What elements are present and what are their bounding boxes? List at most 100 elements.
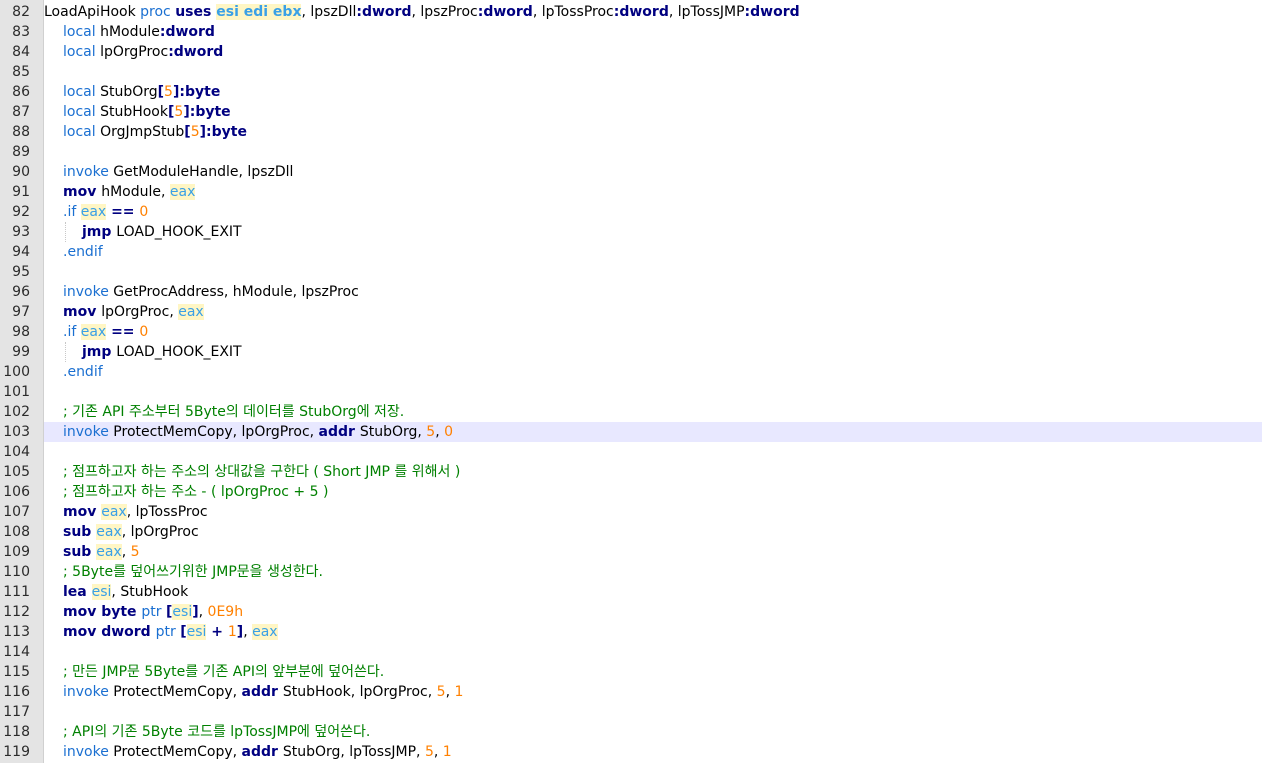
code-line[interactable]: 92 .if eax == 0 [0,202,1262,222]
token-regnb: eax [169,184,196,200]
code-text: ; 점프하고자 하는 주소의 상대값을 구한다 ( Short JMP 를 위해… [44,462,1262,482]
token-regnb: eax [178,304,204,320]
code-line[interactable]: 118 ; API의 기존 5Byte 코드를 lpTossJMP에 덮어쓴다. [0,722,1262,742]
code-line[interactable]: 107 mov eax, lpTossProc [0,502,1262,522]
line-number: 110 [3,564,30,580]
code-line[interactable]: 113 mov dword ptr [esi + 1], eax [0,622,1262,642]
code-line[interactable]: 88 local OrgJmpStub[5]:byte [0,122,1262,142]
code-line[interactable]: 84 local lpOrgProc:dword [0,42,1262,62]
token-regnb: esi [91,584,112,600]
code-line[interactable]: 115 ; 만든 JMP문 5Byte를 기존 API의 앞부분에 덮어쓴다. [0,662,1262,682]
token-plain: , [198,604,208,620]
code-line[interactable]: 90 invoke GetModuleHandle, lpszDll [0,162,1262,182]
code-text: local OrgJmpStub[5]:byte [44,122,1262,142]
code-line[interactable]: 86 local StubOrg[5]:byte [0,82,1262,102]
token-dir: .if [63,324,81,340]
token-num: 0E9h [207,604,244,620]
code-text: LoadApiHook proc uses esi edi ebx, lpszD… [44,2,1262,22]
code-line[interactable]: 89 [0,142,1262,162]
code-line[interactable]: 112 mov byte ptr [esi], 0E9h [0,602,1262,622]
token-kw: ptr [141,604,167,620]
token-kw: ptr [155,624,181,640]
line-number: 94 [12,244,30,260]
token-plain: LOAD_HOOK_EXIT [116,224,242,240]
token-dir: .if [63,204,81,220]
token-plain: , StubHook [111,584,189,600]
token-kw: proc [140,4,176,20]
token-comment: ; 점프하고자 하는 주소 - ( lpOrgProc + 5 ) [63,484,329,500]
code-line[interactable]: 91 mov hModule, eax [0,182,1262,202]
token-instr: addr [318,424,360,440]
code-line[interactable]: 94 .endif [0,242,1262,262]
token-kw: invoke [63,424,114,440]
code-line[interactable]: 114 [0,642,1262,662]
code-line[interactable]: 99 jmp LOAD_HOOK_EXIT [0,342,1262,362]
code-line[interactable]: 93 jmp LOAD_HOOK_EXIT [0,222,1262,242]
code-line[interactable]: 102 ; 기존 API 주소부터 5Byte의 데이터를 StubOrg에 저장… [0,402,1262,422]
line-number: 90 [12,164,30,180]
code-line[interactable]: 98 .if eax == 0 [0,322,1262,342]
code-line[interactable]: 96 invoke GetProcAddress, hModule, lpszPr… [0,282,1262,302]
token-num: 5 [174,104,184,120]
line-number: 84 [12,44,30,60]
code-text: sub eax, 5 [44,542,1262,562]
token-kw: invoke [63,284,114,300]
token-regnb: eax [252,624,278,640]
token-instr: jmp [82,344,117,360]
token-num: 0 [139,204,149,220]
code-line[interactable]: 101 [0,382,1262,402]
code-line[interactable]: 106 ; 점프하고자 하는 주소 - ( lpOrgProc + 5 ) [0,482,1262,502]
token-type: :byte [206,124,247,140]
code-text: mov lpOrgProc, eax [44,302,1262,322]
code-line[interactable]: 97 mov lpOrgProc, eax [0,302,1262,322]
code-line[interactable]: 108 sub eax, lpOrgProc [0,522,1262,542]
code-line[interactable]: 109 sub eax, 5 [0,542,1262,562]
token-instr: mov [63,304,102,320]
line-number: 100 [3,364,30,380]
code-line[interactable]: 103 invoke ProtectMemCopy, lpOrgProc, add… [0,422,1262,442]
token-plain: hModule [100,24,160,40]
code-text: invoke GetModuleHandle, lpszDll [44,162,1262,182]
code-line[interactable]: 87 local StubHook[5]:byte [0,102,1262,122]
token-instr: addr [241,744,283,760]
code-line[interactable]: 110 ; 5Byte를 덮어쓰기위한 JMP문을 생성한다. [0,562,1262,582]
code-line[interactable]: 85 [0,62,1262,82]
code-line[interactable]: 82 LoadApiHook proc uses esi edi ebx, lps… [0,2,1262,22]
code-line[interactable]: 83 local hModule:dword [0,22,1262,42]
line-number: 119 [3,744,30,760]
code-text: .endif [44,242,1262,262]
line-number: 102 [3,404,30,420]
token-regnb: eax [96,524,122,540]
code-text: jmp LOAD_HOOK_EXIT [44,222,1262,242]
code-line[interactable]: 119 invoke ProtectMemCopy, addr StubOrg, … [0,742,1262,762]
token-kw: local [63,24,101,40]
code-line[interactable]: 105 ; 점프하고자 하는 주소의 상대값을 구한다 ( Short JMP 를… [0,462,1262,482]
code-text: invoke ProtectMemCopy, addr StubHook, lp… [44,682,1262,702]
code-editor[interactable]: 82 LoadApiHook proc uses esi edi ebx, lps… [0,0,1262,763]
code-line[interactable]: 95 [0,262,1262,282]
token-instr: mov [63,504,102,520]
line-number: 82 [12,4,30,20]
code-line[interactable]: 100 .endif [0,362,1262,382]
code-line[interactable]: 104 [0,442,1262,462]
token-kw: local [63,104,101,120]
code-text: lea esi, StubHook [44,582,1262,602]
code-line[interactable]: 117 [0,702,1262,722]
line-number: 89 [12,144,30,160]
code-line[interactable]: 116 invoke ProtectMemCopy, addr StubHook,… [0,682,1262,702]
token-instr: mov dword [63,624,156,640]
line-number: 109 [3,544,30,560]
token-op: == [106,324,140,340]
line-number: 113 [3,624,30,640]
token-plain: LOAD_HOOK_EXIT [116,344,242,360]
code-text: mov eax, lpTossProc [44,502,1262,522]
token-num: 5 [164,84,173,100]
line-number: 111 [3,584,30,600]
code-text: mov byte ptr [esi], 0E9h [44,602,1262,622]
code-line[interactable]: 111 lea esi, StubHook [0,582,1262,602]
token-type: :byte [189,104,231,120]
code-text: ; 만든 JMP문 5Byte를 기존 API의 앞부분에 덮어쓴다. [44,662,1262,682]
line-number: 108 [3,524,30,540]
